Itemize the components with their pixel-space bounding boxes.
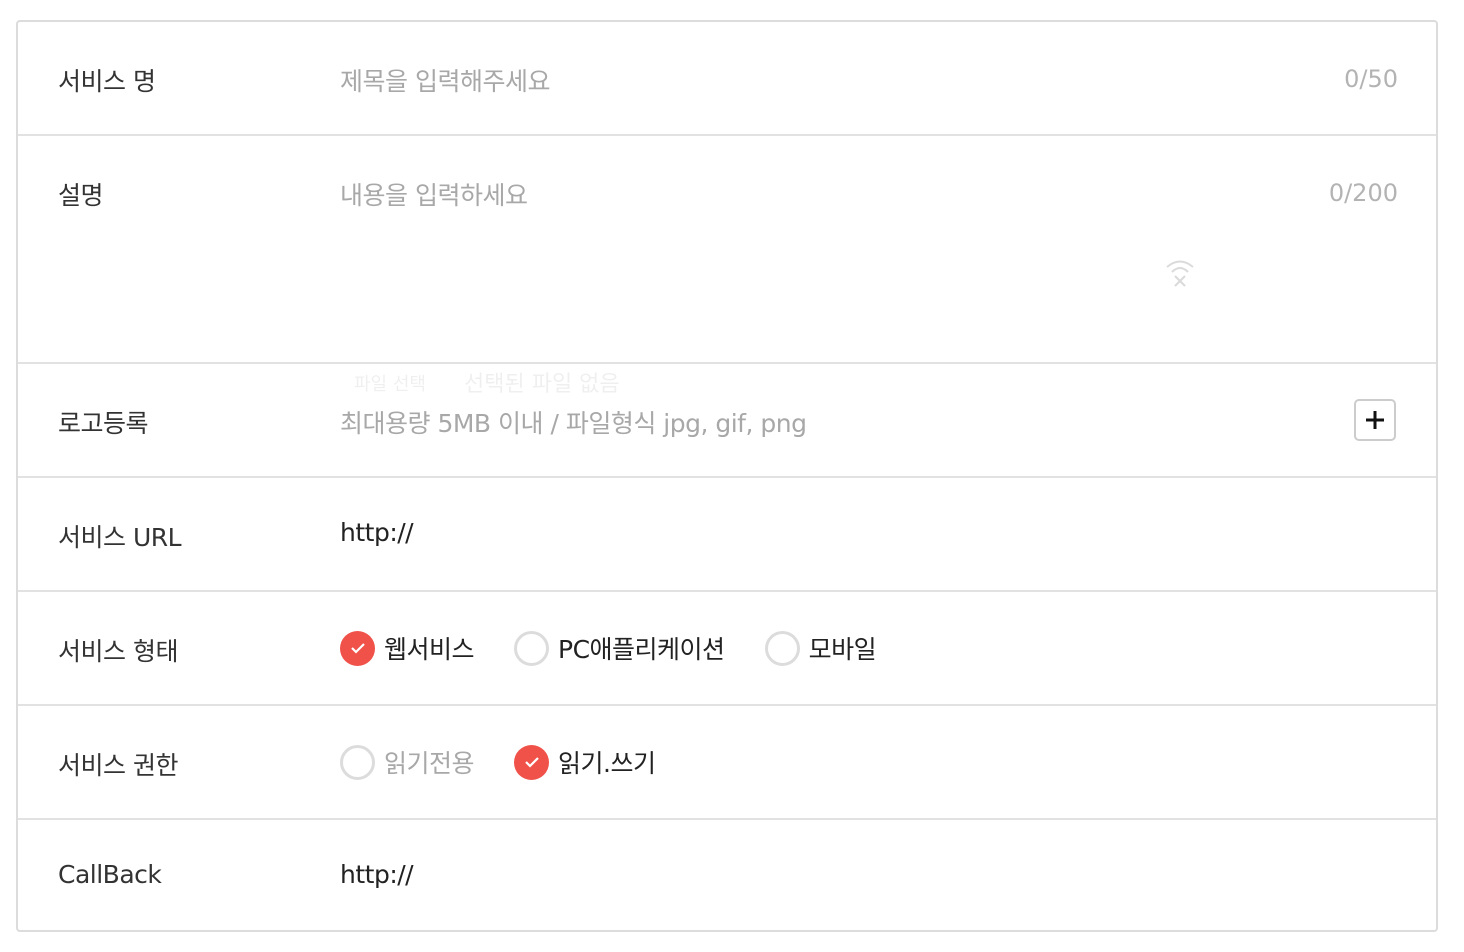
option-read-write[interactable]: 읽기.쓰기 [514, 744, 656, 780]
option-web-service[interactable]: 웹서비스 [340, 630, 475, 666]
service-name-input[interactable]: 제목을 입력해주세요 [340, 62, 550, 98]
service-permission-options: 읽기전용 읽기.쓰기 [340, 744, 695, 780]
row-service-type: 서비스 형태 웹서비스 PC애플리케이션 모바일 [18, 592, 1436, 706]
unchecked-icon [340, 744, 375, 780]
plus-icon [1366, 411, 1384, 429]
option-label: 읽기전용 [384, 749, 475, 778]
row-description: 설명 내용을 입력하세요 0/200 [18, 136, 1436, 364]
row-service-permission: 서비스 권한 읽기전용 읽기.쓰기 [18, 706, 1436, 820]
callback-label: CallBack [58, 860, 162, 889]
service-url-label: 서비스 URL [58, 523, 182, 552]
row-logo: 파일 선택 선택된 파일 없음 로고등록 최대용량 5MB 이내 / 파일형식 … [18, 364, 1436, 478]
row-service-url: 서비스 URL http:// [18, 478, 1436, 592]
row-callback: CallBack http:// [18, 820, 1436, 930]
add-logo-button[interactable] [1354, 399, 1396, 441]
option-mobile[interactable]: 모바일 [764, 630, 877, 666]
description-counter: 0/200 [1328, 179, 1398, 207]
option-label: 읽기.쓰기 [558, 749, 656, 778]
logo-label: 로고등록 [58, 409, 149, 438]
file-select-button[interactable]: 파일 선택 [354, 370, 426, 396]
wifi-off-icon [1164, 256, 1196, 292]
checked-icon [514, 744, 550, 780]
row-service-name: 서비스 명 제목을 입력해주세요 0/50 [18, 22, 1436, 136]
service-url-input[interactable]: http:// [340, 518, 414, 547]
option-label: PC애플리케이션 [558, 635, 725, 664]
service-type-label: 서비스 형태 [58, 637, 178, 666]
option-label: 웹서비스 [384, 635, 475, 664]
unchecked-icon [764, 630, 800, 666]
service-name-counter: 0/50 [1344, 65, 1398, 93]
description-label: 설명 [58, 181, 104, 210]
option-label: 모바일 [808, 635, 877, 664]
unchecked-icon [514, 630, 550, 666]
service-type-options: 웹서비스 PC애플리케이션 모바일 [340, 630, 916, 666]
service-permission-label: 서비스 권한 [58, 751, 178, 780]
callback-input[interactable]: http:// [340, 860, 414, 889]
service-registration-form: 서비스 명 제목을 입력해주세요 0/50 설명 내용을 입력하세요 0/200… [16, 20, 1438, 932]
description-textarea[interactable]: 내용을 입력하세요 [340, 176, 528, 212]
service-name-label: 서비스 명 [58, 67, 156, 96]
file-status-text: 선택된 파일 없음 [464, 372, 620, 397]
logo-hint: 최대용량 5MB 이내 / 파일형식 jpg, gif, png [340, 409, 807, 438]
checked-icon [340, 630, 375, 666]
option-pc-application[interactable]: PC애플리케이션 [514, 630, 725, 666]
option-read-only[interactable]: 읽기전용 [340, 744, 475, 780]
